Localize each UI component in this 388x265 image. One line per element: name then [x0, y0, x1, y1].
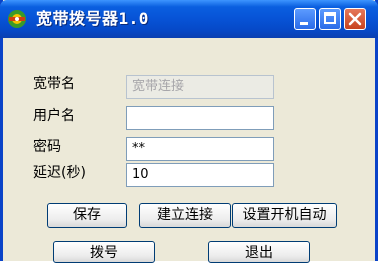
minimize-button[interactable] [294, 8, 316, 30]
title-bar[interactable]: 宽带拨号器1.0 [0, 0, 378, 38]
username-label: 用户名 [33, 108, 75, 124]
window-title: 宽带拨号器1.0 [36, 9, 149, 28]
autostart-button[interactable]: 设置开机自动 [232, 203, 337, 228]
broadband-name-field: 宽带连接 [126, 75, 274, 99]
broadband-name-label: 宽带名 [33, 76, 75, 92]
delay-field[interactable]: 10 [126, 163, 274, 187]
password-label: 密码 [33, 139, 61, 155]
save-button[interactable]: 保存 [47, 203, 127, 228]
password-field[interactable]: ** [126, 137, 274, 161]
exit-button[interactable]: 退出 [208, 241, 310, 263]
delay-label: 延迟(秒) [33, 165, 86, 181]
minimize-icon [300, 22, 308, 25]
maximize-icon [324, 12, 336, 24]
create-connection-button[interactable]: 建立连接 [139, 203, 231, 228]
username-field[interactable] [126, 106, 274, 130]
maximize-button[interactable] [319, 8, 341, 30]
dial-up-app-icon [8, 10, 26, 28]
dialer-window: 宽带拨号器1.0 宽带名 用户名 密码 延迟(秒) 宽带连接 ** 10 保存 … [0, 0, 378, 263]
close-button[interactable] [344, 8, 366, 30]
close-icon [348, 12, 362, 26]
dial-button[interactable]: 拨号 [53, 241, 155, 263]
